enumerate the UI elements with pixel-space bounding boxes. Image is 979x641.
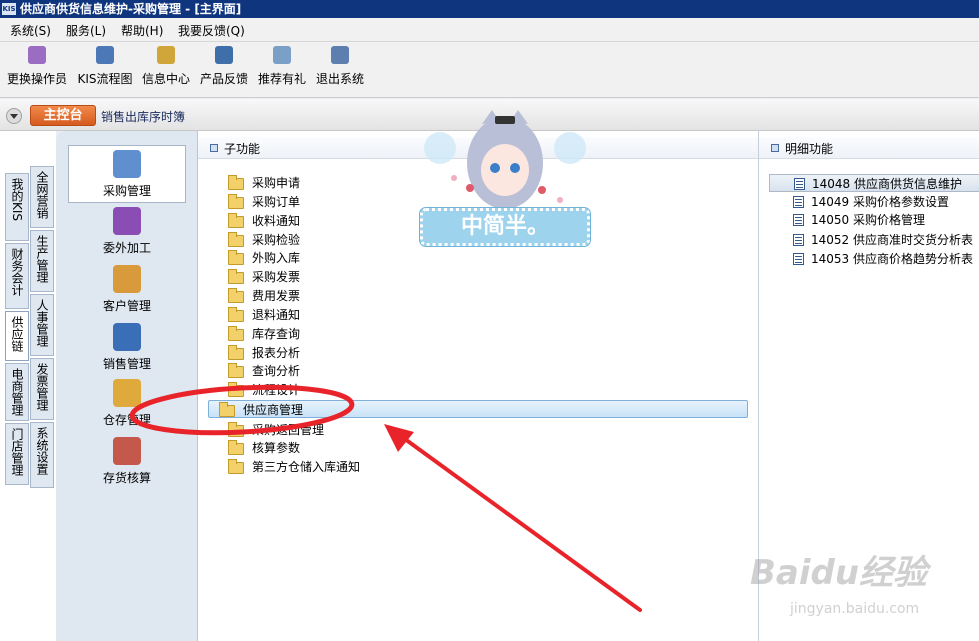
main-console-button[interactable]: 主控台 [30,105,96,126]
vtab-settings[interactable]: 系统设置 [30,422,54,488]
folder-icon [228,194,244,209]
document-icon [793,214,804,226]
detail-item-14053[interactable]: 14053 供应商价格趋势分析表 [769,250,979,268]
section-bullet-icon [771,144,779,152]
menu-feedback[interactable]: 我要反馈(Q) [178,22,245,39]
purchase-icon [113,150,141,178]
vtab-production[interactable]: 生产管理 [30,230,54,292]
folder-icon [228,232,244,247]
window-title: 供应商供货信息维护-采购管理 - [主界面] [20,2,242,16]
vertical-tab-strip: 我的KIS 财务会计 供应链 电商管理 门店管理 全网营销 生产管理 人事管理 … [0,131,56,641]
folder-icon [228,345,244,360]
document-icon [793,196,804,208]
module-panel: 采购管理 委外加工 客户管理 销售管理 仓存管理 存货核算 [56,131,198,641]
recommend-gift-button[interactable]: 推荐有礼 [256,46,308,87]
anime-sticker: 中简半。 [410,108,600,258]
watermark-brand: Baidu经验 [750,553,928,593]
tree-item-supplier-management[interactable]: 供应商管理 [208,400,748,418]
module-purchase[interactable]: 采购管理 [68,145,186,203]
module-outsource[interactable]: 委外加工 [68,203,186,261]
toolbar: 更换操作员 KIS流程图 信息中心 产品反馈 推荐有礼 退出系统 [0,42,979,98]
module-warehouse[interactable]: 仓存管理 [68,375,186,433]
customer-icon [113,265,141,293]
document-icon [793,253,804,265]
section-bullet-icon [210,144,218,152]
module-inventory[interactable]: 存货核算 [68,433,186,491]
detail-item-14052[interactable]: 14052 供应商准时交货分析表 [769,231,979,249]
menu-help[interactable]: 帮助(H) [121,22,163,39]
folder-icon [228,382,244,397]
watermark-url: jingyan.baidu.com [790,601,920,617]
vtab-marketing[interactable]: 全网营销 [30,166,54,228]
menu-bar: 系统(S) 服务(L) 帮助(H) 我要反馈(Q) [0,18,979,42]
detail-item-14050[interactable]: 14050 采购价格管理 [769,211,979,229]
title-bar: KIS 供应商供货信息维护-采购管理 - [主界面] [0,0,979,18]
detail-item-14049[interactable]: 14049 采购价格参数设置 [769,193,979,211]
folder-icon [228,288,244,303]
product-feedback-button[interactable]: 产品反馈 [198,46,250,87]
outsource-icon [113,207,141,235]
kis-flowchart-button[interactable]: KIS流程图 [76,46,134,87]
folder-icon [228,363,244,378]
folder-icon [219,402,235,417]
inventory-chart-icon [113,437,141,465]
users-icon [28,46,46,64]
detail-item-14048[interactable]: 14048 供应商供货信息维护 [769,174,979,192]
vtab-invoice[interactable]: 发票管理 [30,358,54,420]
vtab-store[interactable]: 门店管理 [5,423,29,485]
exit-system-button[interactable]: 退出系统 [314,46,366,87]
vtab-finance[interactable]: 财务会计 [5,243,29,309]
folder-icon [228,422,244,437]
sticker-caption: 中简半。 [420,208,590,246]
folder-icon [228,213,244,228]
folder-icon [228,269,244,284]
tab-sales-outbound[interactable]: 销售出库序时簿 [101,108,185,125]
feedback-icon [215,46,233,64]
vtab-supply-chain[interactable]: 供应链 [5,311,29,361]
document-icon [794,178,805,190]
kis-app-icon: KIS [2,3,16,15]
info-center-button[interactable]: 信息中心 [140,46,192,87]
exit-icon [331,46,349,64]
module-customer[interactable]: 客户管理 [68,261,186,319]
folder-icon [228,326,244,341]
warehouse-icon [113,379,141,407]
folder-icon [228,459,244,474]
folder-icon [228,250,244,265]
change-operator-button[interactable]: 更换操作员 [6,46,68,87]
document-icon [793,234,804,246]
vtab-hr[interactable]: 人事管理 [30,294,54,356]
gift-icon [273,46,291,64]
flowchart-icon [96,46,114,64]
vtab-my-kis[interactable]: 我的KIS [5,173,29,241]
folder-icon [228,440,244,455]
sales-truck-icon [113,323,141,351]
folder-icon [228,307,244,322]
baidu-watermark: Baidu经验 jingyan.baidu.com [740,545,970,625]
menu-system[interactable]: 系统(S) [10,22,51,39]
module-sales[interactable]: 销售管理 [68,319,186,377]
chat-bubble-icon [157,46,175,64]
anime-girl-illustration [424,110,586,209]
chevron-down-icon[interactable] [6,108,22,124]
menu-service[interactable]: 服务(L) [66,22,106,39]
vtab-ecommerce[interactable]: 电商管理 [5,363,29,421]
detail-header: 明细功能 [759,137,979,159]
folder-icon [228,175,244,190]
